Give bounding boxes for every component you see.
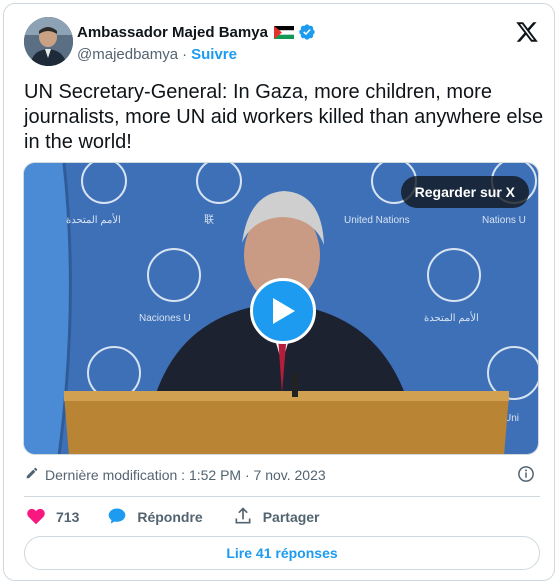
video-player[interactable]: الأمم المتحدة 联 United Nations Nations U… xyxy=(23,162,539,455)
heart-icon xyxy=(26,506,46,529)
tweet-text: UN Secretary-General: In Gaza, more chil… xyxy=(24,81,544,153)
edited-timestamp[interactable]: Dernière modification : 1:52 PM · 7 nov.… xyxy=(45,467,326,483)
verified-badge-icon xyxy=(298,23,316,41)
x-logo-icon[interactable] xyxy=(515,20,539,44)
reply-label: Répondre xyxy=(137,509,203,525)
watch-on-x-button[interactable]: Regarder sur X xyxy=(400,176,529,208)
read-replies-button[interactable]: Lire 41 réponses xyxy=(24,536,540,570)
play-icon xyxy=(273,298,295,324)
share-button[interactable]: Partager xyxy=(233,506,320,528)
author-name[interactable]: Ambassador Majed Bamya xyxy=(77,24,268,41)
svg-text:United Nations: United Nations xyxy=(344,215,410,226)
like-count: 713 xyxy=(56,509,80,525)
svg-text:الأمم المتحدة: الأمم المتحدة xyxy=(66,214,121,226)
svg-text:Naciones U: Naciones U xyxy=(139,313,191,324)
reply-bubble-icon xyxy=(107,506,127,529)
share-label: Partager xyxy=(262,509,320,525)
palestine-flag-icon xyxy=(273,25,294,39)
author-handle[interactable]: @majedbamya xyxy=(77,46,178,63)
like-button[interactable]: 713 xyxy=(26,506,79,528)
divider xyxy=(24,496,540,497)
tweet-card: Ambassador Majed Bamya @majedbamya · Sui… xyxy=(3,3,555,581)
svg-text:联: 联 xyxy=(204,214,214,226)
reply-button[interactable]: Répondre xyxy=(107,506,203,529)
follow-button[interactable]: Suivre xyxy=(191,46,237,63)
separator: · xyxy=(182,46,188,63)
info-icon[interactable] xyxy=(517,465,535,483)
play-button[interactable] xyxy=(250,278,316,344)
pencil-icon xyxy=(25,466,39,483)
share-icon xyxy=(233,506,253,529)
svg-text:Nations U: Nations U xyxy=(482,215,526,226)
svg-text:الأمم المتحدة: الأمم المتحدة xyxy=(424,312,479,324)
avatar[interactable] xyxy=(24,17,73,66)
